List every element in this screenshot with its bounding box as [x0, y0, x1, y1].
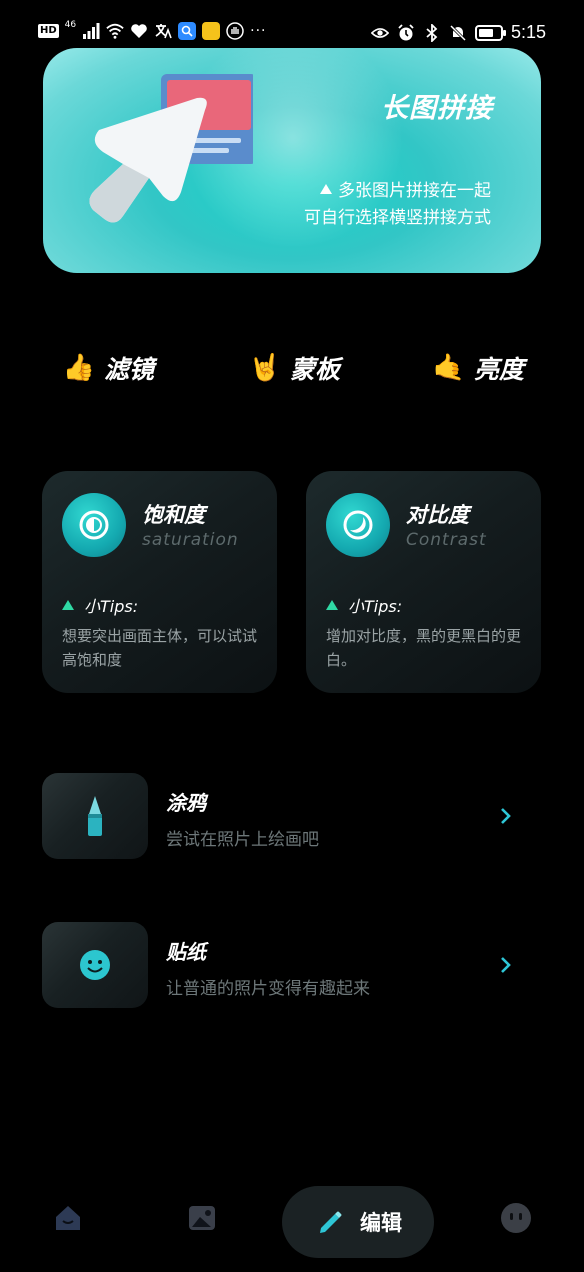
profile-icon — [501, 1203, 531, 1233]
tool-brightness-label: 亮度 — [474, 355, 525, 384]
list-item-title: 涂鸦 — [166, 791, 206, 815]
banner-desc-line-1: 多张图片拼接在一起 — [320, 176, 491, 201]
banner-desc-line-2: 可自行选择横竖拼接方式 — [304, 208, 491, 228]
rock-hand-icon: 🤘 — [248, 353, 282, 383]
gallery-icon — [189, 1206, 215, 1230]
hand-icon — [226, 22, 244, 40]
alarm-icon — [398, 23, 414, 40]
banner-title: 长图拼接 — [381, 93, 493, 124]
tip-triangle-icon — [62, 600, 74, 610]
card-tips: 小Tips: — [326, 593, 402, 617]
tool-mask[interactable]: 🤘 蒙板 — [248, 350, 340, 386]
contrast-card[interactable]: 对比度 Contrast 小Tips: 增加对比度，黑的更黑白的更白。 — [306, 471, 541, 693]
card-tips-label: 小Tips: — [84, 597, 139, 616]
smile-sticker-icon — [42, 922, 148, 1008]
card-tips-label: 小Tips: — [348, 597, 403, 616]
card-desc: 增加对比度，黑的更黑白的更白。 — [326, 627, 522, 669]
more-dots: ··· — [250, 23, 267, 39]
saturation-icon — [62, 493, 126, 557]
home-icon — [56, 1206, 80, 1230]
pen-icon — [42, 773, 148, 859]
tool-brightness[interactable]: 🤙 亮度 — [432, 350, 524, 386]
list-item-sticker[interactable]: 贴纸 让普通的照片变得有趣起来 — [0, 922, 584, 1010]
saturation-card[interactable]: 饱和度 saturation 小Tips: 想要突出画面主体，可以试试高饱和度 — [42, 471, 277, 693]
status-left: HD 46 ··· — [38, 19, 267, 40]
list-item-doodle[interactable]: 涂鸦 尝试在照片上绘画吧 — [0, 773, 584, 861]
bottom-nav: 编辑 — [0, 1180, 584, 1272]
card-tips: 小Tips: — [62, 593, 138, 617]
tool-filter[interactable]: 👍 滤镜 — [62, 350, 154, 386]
network-type: 46 — [64, 19, 77, 30]
tool-filter-label: 滤镜 — [104, 355, 155, 384]
search-app-icon — [178, 22, 197, 40]
nav-edit-label: 编辑 — [360, 1211, 402, 1235]
hd-badge: HD — [38, 24, 59, 38]
nav-home[interactable] — [50, 1200, 86, 1236]
chevron-right-icon — [497, 954, 513, 976]
card-title: 对比度 — [406, 503, 469, 527]
nav-edit[interactable]: 编辑 — [282, 1186, 434, 1258]
status-right: 5:15 — [370, 22, 546, 43]
list-item-desc: 让普通的照片变得有趣起来 — [166, 979, 370, 999]
long-image-stitch-banner[interactable]: 长图拼接 多张图片拼接在一起 可自行选择横竖拼接方式 — [43, 48, 541, 273]
card-subtitle: saturation — [142, 530, 239, 550]
clock: 5:15 — [510, 22, 546, 42]
nav-gallery[interactable] — [184, 1200, 220, 1236]
thumbs-up-hand-icon: 👍 — [62, 353, 96, 383]
card-subtitle: Contrast — [406, 530, 487, 550]
tip-triangle-icon — [326, 600, 338, 610]
bluetooth-icon — [426, 23, 438, 42]
battery-icon — [474, 24, 506, 41]
quick-tools-row: 👍 滤镜 🤘 蒙板 🤙 亮度 — [0, 350, 584, 398]
translate-icon — [155, 24, 172, 39]
call-me-hand-icon: 🤙 — [432, 353, 466, 383]
nav-profile[interactable] — [498, 1200, 534, 1236]
mute-icon — [449, 24, 467, 41]
chevron-right-icon — [497, 805, 513, 827]
tool-mask-label: 蒙板 — [290, 355, 341, 384]
signal-icon — [83, 23, 100, 39]
list-item-desc: 尝试在照片上绘画吧 — [166, 830, 319, 850]
triangle-icon — [320, 183, 332, 194]
card-desc: 想要突出画面主体，可以试试高饱和度 — [62, 627, 258, 669]
card-title: 饱和度 — [142, 503, 205, 527]
contrast-icon — [326, 493, 390, 557]
wifi-icon — [106, 23, 124, 39]
edit-icon — [320, 1211, 342, 1233]
cursor-card-illustration — [89, 74, 253, 223]
heart-icon — [131, 24, 147, 38]
banner-desc-text-1: 多张图片拼接在一起 — [338, 181, 491, 201]
eye-icon — [370, 27, 389, 38]
list-item-title: 贴纸 — [166, 940, 206, 964]
app-badge-icon — [202, 22, 221, 40]
